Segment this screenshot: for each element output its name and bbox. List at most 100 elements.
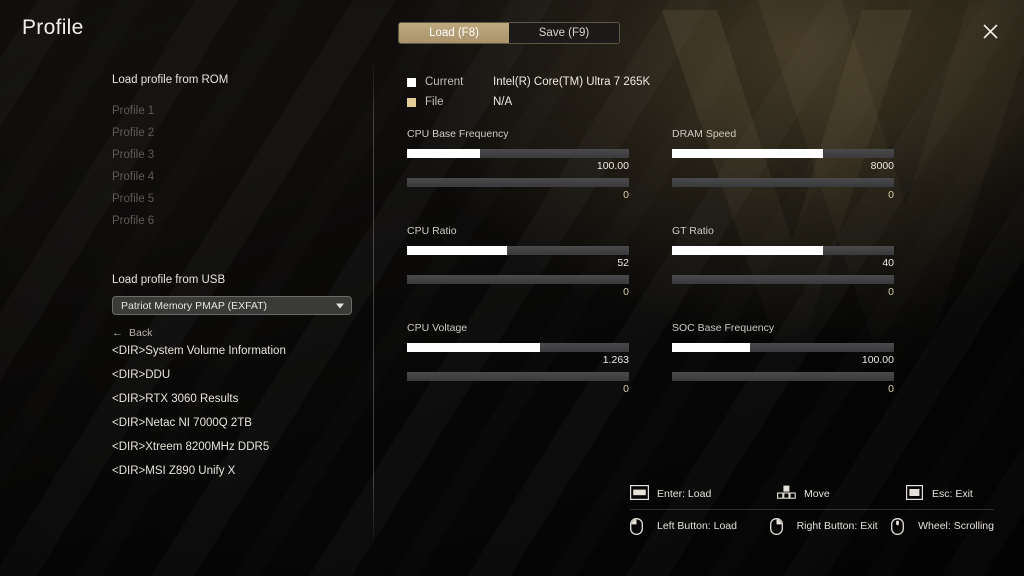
metric-bar-current	[672, 246, 894, 255]
list-item[interactable]: <DIR>Netac NI 7000Q 2TB	[112, 411, 362, 435]
hint-bar: Enter: Load Move Esc: Exit Left Button: …	[630, 478, 994, 542]
legend: Current Intel(R) Core(TM) Ultra 7 265K F…	[407, 74, 997, 110]
legend-label-file: File	[425, 96, 444, 108]
bar-fill-current	[407, 149, 481, 158]
metric-value-file: 0	[888, 189, 894, 201]
metric-value-current: 1.263	[602, 354, 629, 366]
profile-item-6[interactable]: Profile 6	[112, 210, 362, 232]
metric-bar-file	[672, 275, 894, 284]
metric-value-file: 0	[623, 286, 629, 298]
metric-bar-file	[407, 275, 629, 284]
mouse-right-button-icon	[769, 517, 789, 535]
right-panel: Current Intel(R) Core(TM) Ultra 7 265K F…	[407, 74, 997, 396]
usb-device-selected-value: Patriot Memory PMAP (EXFAT)	[121, 299, 268, 312]
mouse-left-button-icon	[630, 517, 649, 535]
back-label: Back	[129, 327, 153, 339]
bar-fill-current	[672, 343, 750, 352]
enter-key-icon	[630, 485, 649, 502]
profile-item-3[interactable]: Profile 3	[112, 144, 362, 166]
legend-label-current: Current	[425, 76, 464, 88]
legend-swatch-file	[407, 97, 416, 107]
metric-title: SOC Base Frequency	[672, 322, 775, 334]
metric-value-file: 0	[888, 383, 894, 395]
list-item[interactable]: <DIR>Xtreem 8200MHz DDR5	[112, 435, 362, 459]
metric-bar-file	[407, 178, 629, 187]
list-item[interactable]: <DIR>MSI Z890 Unify X	[112, 459, 362, 483]
legend-row-file: File N/A	[407, 94, 997, 110]
chevron-down-icon	[336, 303, 344, 308]
panel-divider	[373, 62, 374, 544]
legend-value-current: Intel(R) Core(TM) Ultra 7 265K	[493, 76, 651, 88]
metric-title: CPU Voltage	[407, 322, 468, 334]
metric-bar-current	[407, 149, 629, 158]
hint-left-button-load: Left Button: Load	[630, 517, 770, 535]
list-item[interactable]: <DIR>System Volume Information	[112, 339, 362, 363]
profile-item-5[interactable]: Profile 5	[112, 188, 362, 210]
metric-gt-ratio: GT Ratio 40 0	[672, 225, 894, 299]
metric-bar-current	[672, 149, 894, 158]
metric-dram-speed: DRAM Speed 8000 0	[672, 128, 894, 202]
metric-title: GT Ratio	[672, 225, 714, 237]
usb-device-select[interactable]: Patriot Memory PMAP (EXFAT)	[112, 296, 352, 315]
page-title: Profile	[22, 16, 84, 39]
list-item[interactable]: <DIR>RTX 3060 Results	[112, 387, 362, 411]
bar-fill-current	[407, 246, 507, 255]
hint-move: Move	[777, 485, 905, 502]
arrow-keys-icon	[777, 485, 796, 502]
legend-row-current: Current Intel(R) Core(TM) Ultra 7 265K	[407, 74, 997, 90]
hint-label: Esc: Exit	[932, 487, 973, 500]
metric-title: CPU Ratio	[407, 225, 457, 237]
metric-bar-current	[407, 343, 629, 352]
metric-value-current: 100.00	[596, 160, 629, 172]
metric-bar-current	[672, 343, 894, 352]
metric-value-current: 40	[882, 257, 894, 269]
close-button[interactable]	[978, 19, 1002, 43]
bar-fill-current	[407, 343, 541, 352]
close-icon	[982, 23, 999, 40]
metric-bar-current	[407, 246, 629, 255]
hint-enter-load: Enter: Load	[630, 485, 777, 502]
hint-label: Left Button: Load	[657, 520, 737, 532]
metric-bar-file	[672, 178, 894, 187]
tab-save[interactable]: Save (F9)	[509, 23, 619, 43]
metric-value-current: 100.00	[861, 354, 894, 366]
hint-label: Enter: Load	[657, 487, 712, 500]
mode-tabs[interactable]: Load (F8) Save (F9)	[398, 22, 620, 44]
mouse-wheel-icon	[891, 517, 910, 535]
list-item[interactable]: <DIR>DDU	[112, 363, 362, 387]
metric-value-current: 8000	[870, 160, 894, 172]
metric-value-current: 52	[617, 257, 629, 269]
profile-item-4[interactable]: Profile 4	[112, 166, 362, 188]
hint-label: Right Button: Exit	[796, 520, 878, 532]
bar-fill-current	[672, 246, 823, 255]
back-button[interactable]: ← Back	[112, 327, 362, 339]
hint-label: Move	[804, 487, 830, 500]
bar-fill-current	[672, 149, 823, 158]
metric-cpu-voltage: CPU Voltage 1.263 0	[407, 322, 629, 396]
metrics-grid: CPU Base Frequency 100.00 0 DRAM Speed 8…	[407, 128, 997, 396]
metric-soc-base-frequency: SOC Base Frequency 100.00 0	[672, 322, 894, 396]
hint-right-button-exit: Right Button: Exit	[769, 517, 892, 535]
metric-value-file: 0	[888, 286, 894, 298]
profile-item-1[interactable]: Profile 1	[112, 100, 362, 122]
metric-bar-file	[672, 372, 894, 381]
arrow-left-icon: ←	[112, 326, 123, 339]
metric-value-file: 0	[623, 383, 629, 395]
metric-bar-file	[407, 372, 629, 381]
metric-title: CPU Base Frequency	[407, 128, 509, 140]
metric-cpu-ratio: CPU Ratio 52 0	[407, 225, 629, 299]
metric-title: DRAM Speed	[672, 128, 737, 140]
left-panel: Load profile from ROM Profile 1 Profile …	[112, 74, 362, 483]
usb-section-title: Load profile from USB	[112, 274, 226, 286]
tab-load[interactable]: Load (F8)	[399, 23, 509, 43]
legend-value-file: N/A	[493, 96, 513, 108]
bios-profile-screen: Profile Load (F8) Save (F9) Load profile…	[0, 0, 1024, 576]
metric-value-file: 0	[623, 189, 629, 201]
hint-esc-exit: Esc: Exit	[905, 485, 973, 502]
hint-row-keyboard: Enter: Load Move Esc: Exit	[630, 478, 994, 510]
legend-swatch-current	[407, 77, 416, 87]
hint-wheel-scrolling: Wheel: Scrolling	[891, 517, 994, 535]
profile-item-2[interactable]: Profile 2	[112, 122, 362, 144]
rom-section-title: Load profile from ROM	[112, 74, 229, 86]
hint-row-mouse: Left Button: Load Right Button: Exit Whe…	[630, 510, 994, 542]
